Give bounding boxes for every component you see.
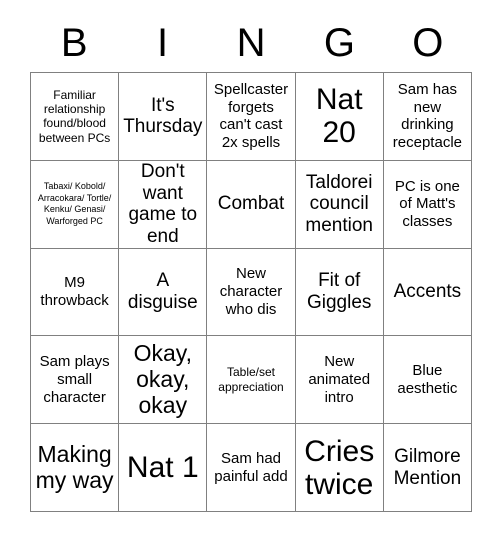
header-letter-g: G [323,21,355,65]
bingo-cell-label: Gilmore Mention [393,445,462,489]
bingo-cell[interactable]: Combat [207,160,296,249]
bingo-cell-label: Nat 20 [315,83,363,150]
bingo-cell-label: Cries twice [304,434,375,501]
bingo-cell-label: Tabaxi/ Kobold/ Arracokara/ Tortle/ Kenk… [37,181,112,226]
bingo-card: B I N G O Familiar relationship found/bl… [0,0,500,544]
bingo-cell[interactable]: Accents [383,248,472,337]
bingo-cell-label: New character who dis [219,265,283,318]
bingo-cell-label: Nat 1 [126,451,199,485]
bingo-cell[interactable]: Table/set appreciation [207,336,296,425]
bingo-cell-label: Familiar relationship found/blood betwee… [38,87,111,145]
bingo-cell[interactable]: New animated intro [295,336,384,425]
bingo-cell[interactable]: New character who dis [207,248,296,337]
bingo-cell[interactable]: Taldorei council mention [295,160,384,249]
bingo-cell[interactable]: Sam plays small character [31,336,120,425]
bingo-cell-label: Accents [393,281,462,303]
bingo-cell-label: Sam had painful add [214,449,288,485]
bingo-cell[interactable]: Nat 20 [295,73,384,161]
bingo-cell-label: Okay, okay, okay [133,340,192,418]
header-letter-b: B [60,21,88,65]
bingo-cell-label: Blue aesthetic [397,362,458,397]
bingo-cell[interactable]: Cries twice [295,424,384,512]
bingo-cell-label: Combat [217,193,285,215]
bingo-cell[interactable]: Nat 1 [119,424,208,512]
bingo-cell-label: Sam plays small character [39,353,110,406]
bingo-cell[interactable]: PC is one of Matt's classes [383,160,472,249]
bingo-cell-label: PC is one of Matt's classes [394,177,460,231]
bingo-cell[interactable]: It's Thursday [119,73,208,161]
bingo-cell[interactable]: Blue aesthetic [383,336,472,425]
bingo-cell[interactable]: Familiar relationship found/blood betwee… [31,73,120,161]
bingo-cell[interactable]: Tabaxi/ Kobold/ Arracokara/ Tortle/ Kenk… [31,160,120,249]
bingo-cell[interactable]: Don't want game to end [119,160,208,249]
bingo-cell[interactable]: Making my way [31,424,120,512]
bingo-grid: Familiar relationship found/blood betwee… [30,72,472,512]
bingo-cell-label: Don't want game to end [128,160,198,247]
bingo-cell[interactable]: A disguise [119,248,208,337]
bingo-header-row: B I N G O [30,14,472,72]
bingo-cell-label: M9 throwback [40,274,109,309]
bingo-cell[interactable]: Sam has new drinking receptacle [383,73,472,161]
bingo-cell[interactable]: Spellcaster forgets can't cast 2x spells [207,73,296,161]
bingo-cell-label: It's Thursday [123,94,203,138]
bingo-cell-label: Spellcaster forgets can't cast 2x spells [213,81,289,152]
bingo-cell[interactable]: M9 throwback [31,248,120,337]
bingo-cell-label: New animated intro [308,353,371,406]
bingo-cell[interactable]: Fit of Giggles [295,248,384,337]
bingo-cell-label: Taldorei council mention [305,171,373,237]
bingo-cell-label: Sam has new drinking receptacle [392,81,462,152]
bingo-cell-label: Table/set appreciation [218,365,284,394]
header-letter-n: N [236,21,266,65]
bingo-cell[interactable]: Okay, okay, okay [119,336,208,425]
bingo-cell-label: Making my way [35,440,114,493]
bingo-cell[interactable]: Gilmore Mention [383,424,472,512]
bingo-cell-label: A disguise [127,270,198,313]
header-letter-o: O [412,21,444,65]
bingo-cell-label: Fit of Giggles [306,270,372,313]
bingo-cell[interactable]: Sam had painful add [207,424,296,512]
header-letter-i: I [157,21,169,65]
